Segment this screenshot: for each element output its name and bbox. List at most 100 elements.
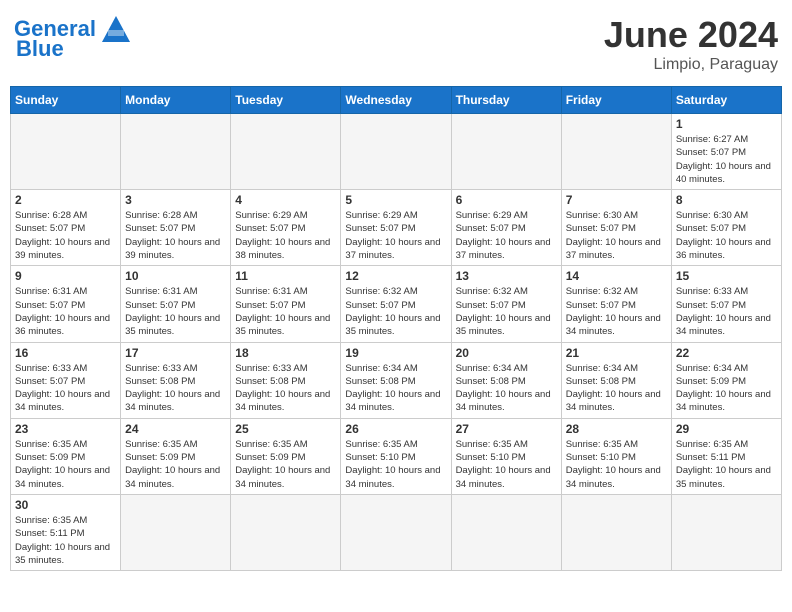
- calendar-day-cell: 28 Sunrise: 6:35 AM Sunset: 5:10 PM Dayli…: [561, 418, 671, 494]
- day-info: Sunrise: 6:27 AM Sunset: 5:07 PM Dayligh…: [676, 133, 777, 186]
- day-number: 6: [456, 193, 557, 207]
- calendar-day-cell: 26Sunrise: 6:35 AM Sunset: 5:10 PM Dayli…: [341, 418, 451, 494]
- day-number: 16: [15, 346, 116, 360]
- day-info: Sunrise: 6:31 AM Sunset: 5:07 PM Dayligh…: [125, 285, 226, 338]
- day-info: Sunrise: 6:29 AM Sunset: 5:07 PM Dayligh…: [235, 209, 336, 262]
- title-block: June 2024 Limpio, Paraguay: [604, 14, 778, 74]
- day-of-week-header: Friday: [561, 87, 671, 114]
- day-number: 8: [676, 193, 777, 207]
- day-info: Sunrise: 6:34 AM Sunset: 5:09 PM Dayligh…: [676, 362, 777, 415]
- day-number: 9: [15, 269, 116, 283]
- calendar-day-cell: 5Sunrise: 6:29 AM Sunset: 5:07 PM Daylig…: [341, 190, 451, 266]
- page-header: General Blue June 2024 Limpio, Paraguay: [10, 10, 782, 78]
- calendar-location: Limpio, Paraguay: [604, 56, 778, 74]
- day-number: 28: [566, 422, 667, 436]
- logo-blue: Blue: [16, 36, 64, 62]
- calendar-day-cell: [121, 114, 231, 190]
- calendar-day-cell: 3 Sunrise: 6:28 AM Sunset: 5:07 PM Daylig…: [121, 190, 231, 266]
- calendar-day-cell: 11 Sunrise: 6:31 AM Sunset: 5:07 PM Dayli…: [231, 266, 341, 342]
- day-number: 11: [235, 269, 336, 283]
- day-info: Sunrise: 6:33 AM Sunset: 5:07 PM Dayligh…: [676, 285, 777, 338]
- calendar-day-cell: 14 Sunrise: 6:32 AM Sunset: 5:07 PM Dayli…: [561, 266, 671, 342]
- calendar-day-cell: 18Sunrise: 6:33 AM Sunset: 5:08 PM Dayli…: [231, 342, 341, 418]
- calendar-day-cell: [451, 114, 561, 190]
- calendar-week-row: 16 Sunrise: 6:33 AM Sunset: 5:07 PM Dayli…: [11, 342, 782, 418]
- day-info: Sunrise: 6:32 AM Sunset: 5:07 PM Dayligh…: [566, 285, 667, 338]
- calendar-week-row: 2 Sunrise: 6:28 AM Sunset: 5:07 PM Daylig…: [11, 190, 782, 266]
- calendar-week-row: 30Sunrise: 6:35 AM Sunset: 5:11 PM Dayli…: [11, 494, 782, 570]
- logo-icon: [98, 14, 134, 44]
- calendar-day-cell: 29 Sunrise: 6:35 AM Sunset: 5:11 PM Dayli…: [671, 418, 781, 494]
- calendar-day-cell: 9 Sunrise: 6:31 AM Sunset: 5:07 PM Daylig…: [11, 266, 121, 342]
- day-info: Sunrise: 6:34 AM Sunset: 5:08 PM Dayligh…: [345, 362, 446, 415]
- day-number: 17: [125, 346, 226, 360]
- day-info: Sunrise: 6:35 AM Sunset: 5:11 PM Dayligh…: [676, 438, 777, 491]
- day-number: 15: [676, 269, 777, 283]
- calendar-day-cell: 19Sunrise: 6:34 AM Sunset: 5:08 PM Dayli…: [341, 342, 451, 418]
- day-number: 7: [566, 193, 667, 207]
- calendar-day-cell: [341, 114, 451, 190]
- calendar-day-cell: 25 Sunrise: 6:35 AM Sunset: 5:09 PM Dayli…: [231, 418, 341, 494]
- day-of-week-header: Monday: [121, 87, 231, 114]
- day-number: 4: [235, 193, 336, 207]
- day-of-week-header: Thursday: [451, 87, 561, 114]
- day-info: Sunrise: 6:35 AM Sunset: 5:09 PM Dayligh…: [235, 438, 336, 491]
- day-info: Sunrise: 6:35 AM Sunset: 5:09 PM Dayligh…: [15, 438, 116, 491]
- calendar-day-cell: [231, 494, 341, 570]
- calendar-day-cell: [121, 494, 231, 570]
- day-number: 3: [125, 193, 226, 207]
- day-info: Sunrise: 6:34 AM Sunset: 5:08 PM Dayligh…: [566, 362, 667, 415]
- day-info: Sunrise: 6:35 AM Sunset: 5:10 PM Dayligh…: [345, 438, 446, 491]
- calendar-day-cell: 15 Sunrise: 6:33 AM Sunset: 5:07 PM Dayli…: [671, 266, 781, 342]
- day-number: 21: [566, 346, 667, 360]
- calendar-day-cell: 10 Sunrise: 6:31 AM Sunset: 5:07 PM Dayli…: [121, 266, 231, 342]
- day-info: Sunrise: 6:32 AM Sunset: 5:07 PM Dayligh…: [456, 285, 557, 338]
- calendar-day-cell: 27Sunrise: 6:35 AM Sunset: 5:10 PM Dayli…: [451, 418, 561, 494]
- calendar-day-cell: [451, 494, 561, 570]
- day-info: Sunrise: 6:31 AM Sunset: 5:07 PM Dayligh…: [15, 285, 116, 338]
- day-number: 18: [235, 346, 336, 360]
- logo: General Blue: [14, 14, 134, 62]
- calendar-week-row: 23 Sunrise: 6:35 AM Sunset: 5:09 PM Dayli…: [11, 418, 782, 494]
- day-number: 23: [15, 422, 116, 436]
- calendar-day-cell: 23 Sunrise: 6:35 AM Sunset: 5:09 PM Dayli…: [11, 418, 121, 494]
- calendar-day-cell: 17 Sunrise: 6:33 AM Sunset: 5:08 PM Dayli…: [121, 342, 231, 418]
- day-info: Sunrise: 6:35 AM Sunset: 5:11 PM Dayligh…: [15, 514, 116, 567]
- calendar-day-cell: 2 Sunrise: 6:28 AM Sunset: 5:07 PM Daylig…: [11, 190, 121, 266]
- day-number: 24: [125, 422, 226, 436]
- day-number: 10: [125, 269, 226, 283]
- day-info: Sunrise: 6:31 AM Sunset: 5:07 PM Dayligh…: [235, 285, 336, 338]
- calendar-table: SundayMondayTuesdayWednesdayThursdayFrid…: [10, 86, 782, 571]
- day-number: 14: [566, 269, 667, 283]
- day-number: 29: [676, 422, 777, 436]
- day-number: 22: [676, 346, 777, 360]
- day-info: Sunrise: 6:35 AM Sunset: 5:09 PM Dayligh…: [125, 438, 226, 491]
- day-info: Sunrise: 6:33 AM Sunset: 5:08 PM Dayligh…: [125, 362, 226, 415]
- day-number: 25: [235, 422, 336, 436]
- calendar-day-cell: 12Sunrise: 6:32 AM Sunset: 5:07 PM Dayli…: [341, 266, 451, 342]
- day-info: Sunrise: 6:28 AM Sunset: 5:07 PM Dayligh…: [15, 209, 116, 262]
- calendar-day-cell: [671, 494, 781, 570]
- calendar-week-row: 1 Sunrise: 6:27 AM Sunset: 5:07 PM Daylig…: [11, 114, 782, 190]
- day-number: 13: [456, 269, 557, 283]
- calendar-day-cell: [11, 114, 121, 190]
- day-of-week-header: Saturday: [671, 87, 781, 114]
- day-of-week-header: Wednesday: [341, 87, 451, 114]
- calendar-title: June 2024: [604, 14, 778, 56]
- day-number: 1: [676, 117, 777, 131]
- calendar-day-cell: 6 Sunrise: 6:29 AM Sunset: 5:07 PM Daylig…: [451, 190, 561, 266]
- day-info: Sunrise: 6:28 AM Sunset: 5:07 PM Dayligh…: [125, 209, 226, 262]
- day-of-week-header: Sunday: [11, 87, 121, 114]
- day-info: Sunrise: 6:33 AM Sunset: 5:07 PM Dayligh…: [15, 362, 116, 415]
- day-of-week-header: Tuesday: [231, 87, 341, 114]
- day-info: Sunrise: 6:30 AM Sunset: 5:07 PM Dayligh…: [676, 209, 777, 262]
- calendar-week-row: 9 Sunrise: 6:31 AM Sunset: 5:07 PM Daylig…: [11, 266, 782, 342]
- day-info: Sunrise: 6:29 AM Sunset: 5:07 PM Dayligh…: [456, 209, 557, 262]
- day-info: Sunrise: 6:30 AM Sunset: 5:07 PM Dayligh…: [566, 209, 667, 262]
- day-number: 2: [15, 193, 116, 207]
- calendar-day-cell: [341, 494, 451, 570]
- day-info: Sunrise: 6:35 AM Sunset: 5:10 PM Dayligh…: [566, 438, 667, 491]
- day-number: 12: [345, 269, 446, 283]
- calendar-header-row: SundayMondayTuesdayWednesdayThursdayFrid…: [11, 87, 782, 114]
- calendar-day-cell: 16 Sunrise: 6:33 AM Sunset: 5:07 PM Dayli…: [11, 342, 121, 418]
